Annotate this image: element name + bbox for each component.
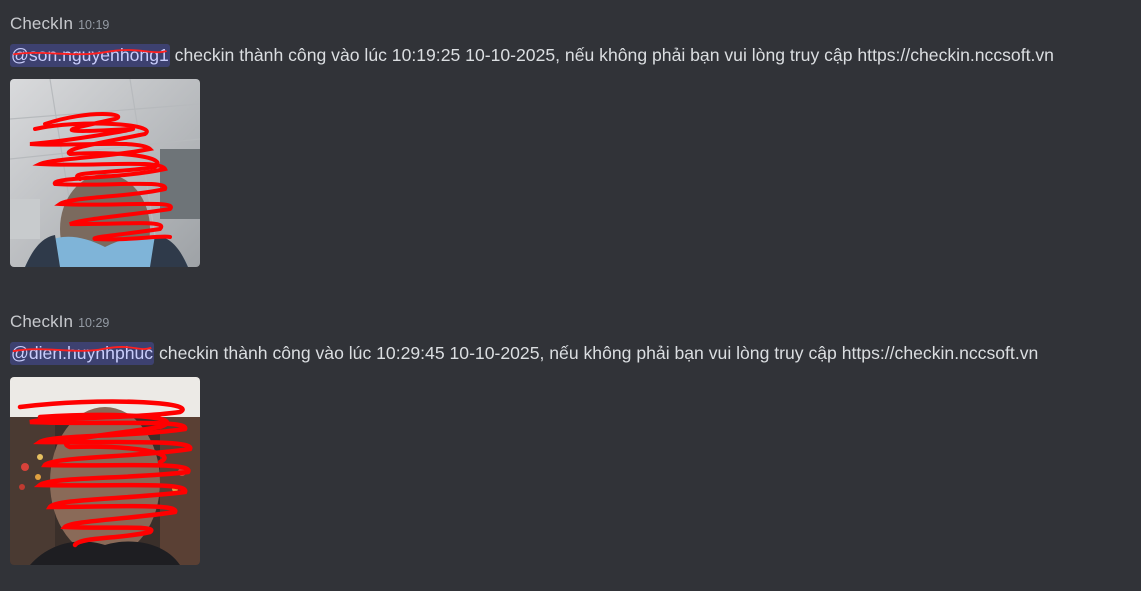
image-attachment[interactable] (10, 377, 200, 565)
message-text: checkin thành công vào lúc 10:29:45 10-1… (154, 343, 1039, 363)
message: CheckIn 10:29 @dien.huynhphuc checkin th… (10, 312, 1038, 565)
message-content: @son.nguyenhong1 checkin thành công vào … (10, 44, 1054, 67)
author-name[interactable]: CheckIn (10, 312, 73, 332)
author-name[interactable]: CheckIn (10, 14, 73, 34)
user-mention[interactable]: @son.nguyenhong1 (10, 44, 170, 67)
chat-messages: CheckIn 10:19 @son.nguyenhong1 checkin t… (0, 0, 1141, 591)
mention-label: @son.nguyenhong1 (11, 45, 169, 65)
timestamp[interactable]: 10:29 (78, 316, 109, 330)
message-content: @dien.huynhphuc checkin thành công vào l… (10, 342, 1038, 365)
message-text: checkin thành công vào lúc 10:19:25 10-1… (169, 45, 1054, 65)
redacted-photo (10, 377, 200, 565)
user-mention[interactable]: @dien.huynhphuc (10, 342, 155, 365)
message-header: CheckIn 10:29 (10, 312, 1038, 334)
redacted-photo (10, 79, 200, 267)
message: CheckIn 10:19 @son.nguyenhong1 checkin t… (10, 14, 1054, 267)
mention-label: @dien.huynhphuc (11, 343, 154, 363)
image-attachment[interactable] (10, 79, 200, 267)
timestamp[interactable]: 10:19 (78, 18, 109, 32)
message-header: CheckIn 10:19 (10, 14, 1054, 36)
